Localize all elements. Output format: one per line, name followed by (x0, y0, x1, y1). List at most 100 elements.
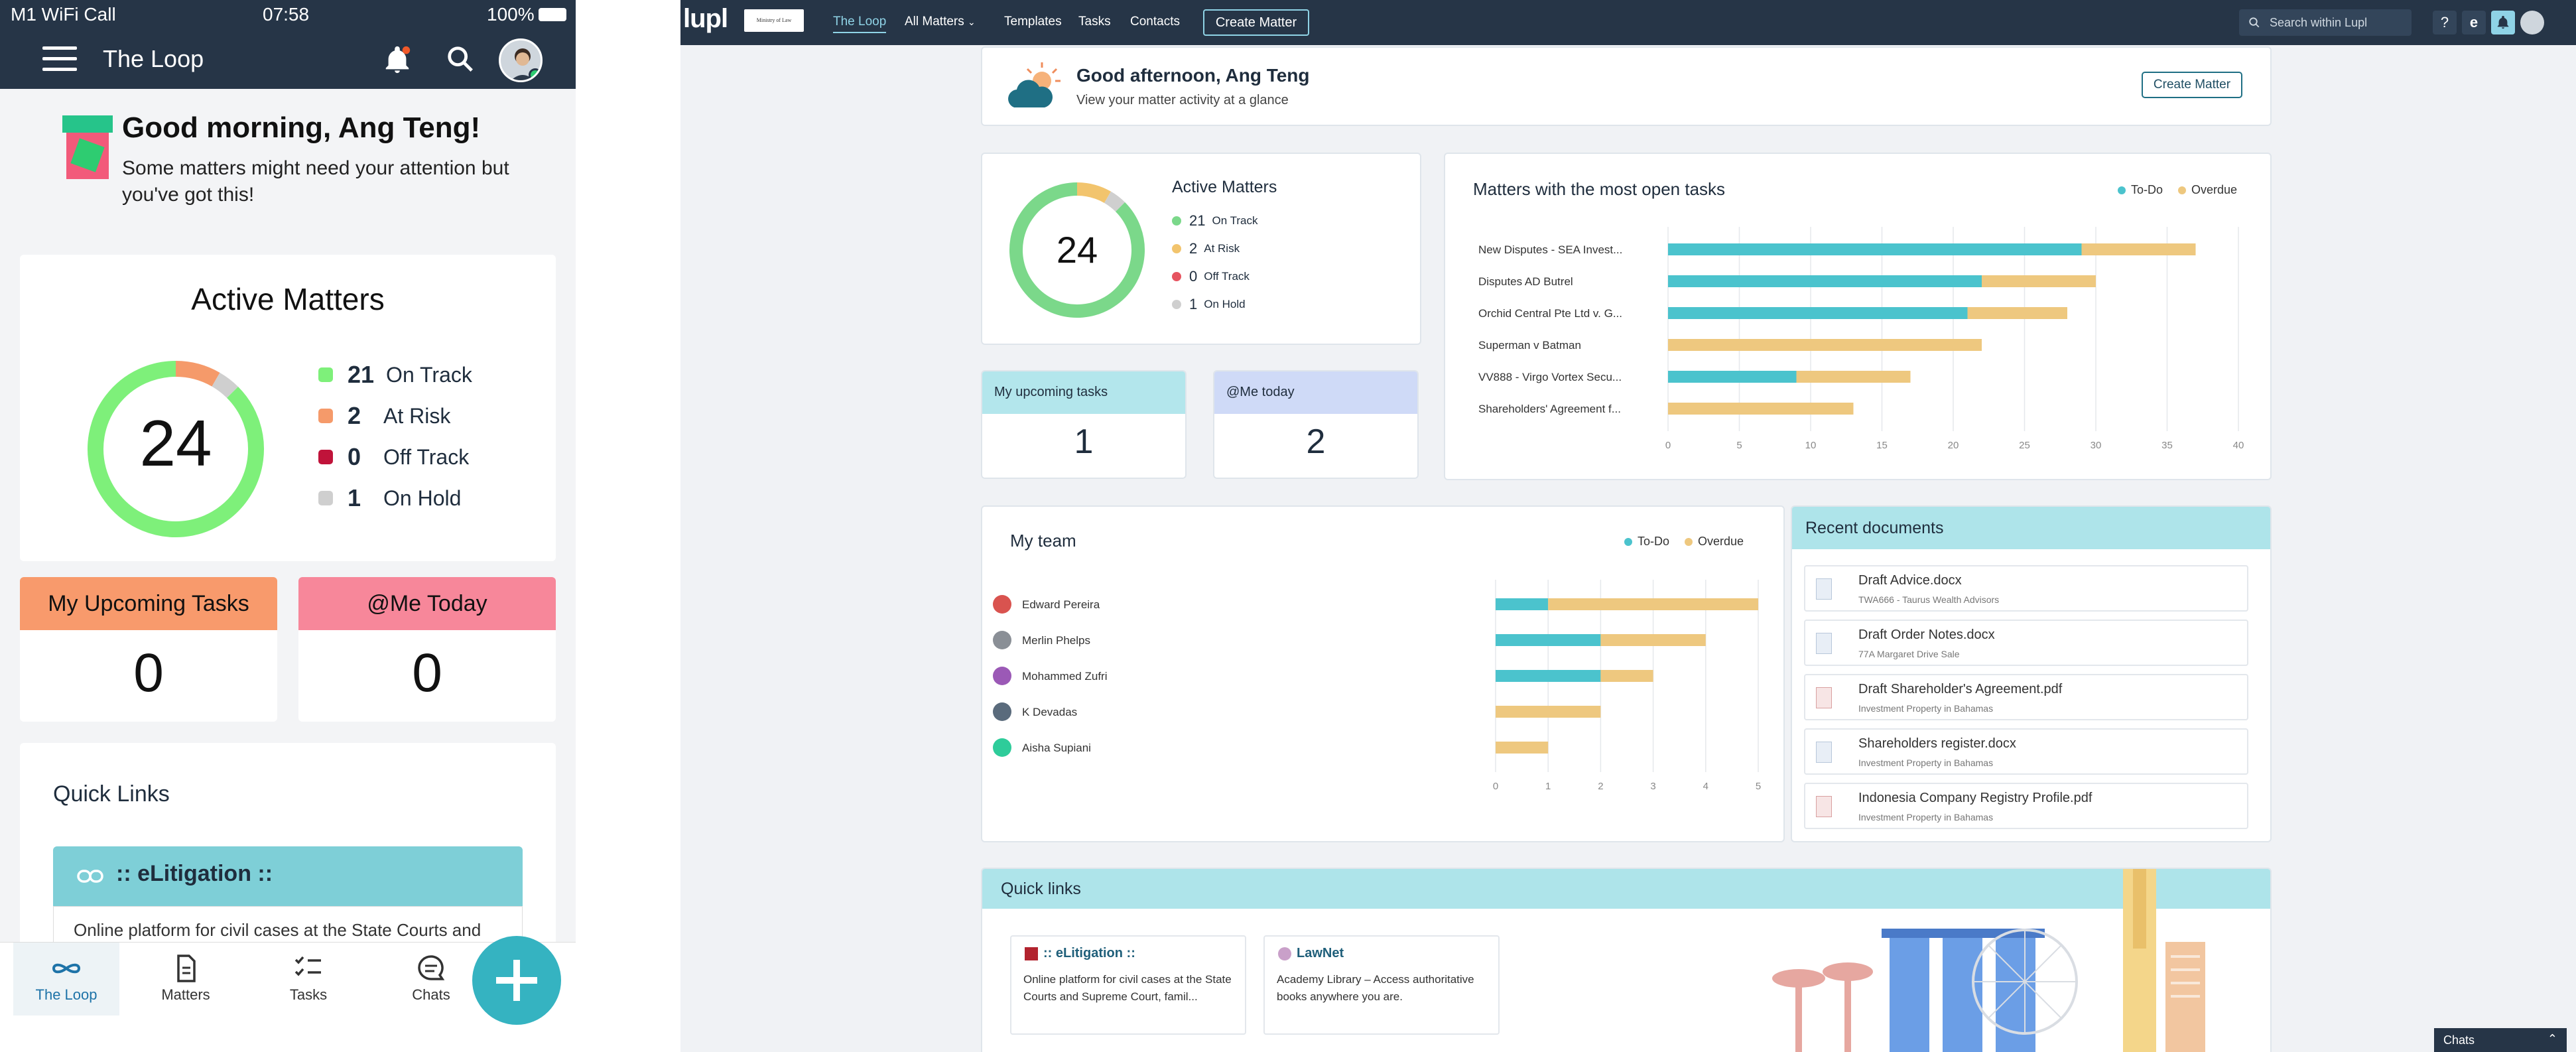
active-matters-legend: 21 On Track 2 At Risk 0 Off Track 1 On Hold (1172, 207, 1257, 318)
y-category-label: Disputes AD Butrel (1478, 275, 1573, 288)
document-matter: Investment Property in Bahamas (1858, 703, 1994, 714)
document-row[interactable]: Draft Advice.docx TWA666 - Taurus Wealth… (1804, 565, 2248, 612)
lupl-logo[interactable]: lupl (683, 4, 728, 34)
upcoming-tasks-card[interactable]: My Upcoming Tasks 0 (20, 577, 277, 722)
avatar[interactable] (2520, 11, 2544, 34)
page-title: The Loop (103, 45, 204, 72)
document-row[interactable]: Indonesia Company Registry Profile.pdf I… (1804, 783, 2248, 829)
web-app: lupl Ministry of Law The Loop All Matter… (680, 0, 2576, 1052)
active-matters-card[interactable]: Active Matters 24 21 On Track 2 At Risk 0 Off… (20, 255, 556, 561)
nav-item-the-loop[interactable]: The Loop (13, 943, 119, 1016)
donut-segment-on-hold (1104, 191, 1126, 212)
document-icon (177, 954, 196, 982)
chevron-down-icon: ⌄ (968, 17, 976, 27)
active-matters-card[interactable]: 24 Active Matters 21 On Track 2 At Risk 0 Off… (981, 153, 1421, 345)
y-category-label: K Devadas (1022, 706, 1077, 718)
document-name: Draft Shareholder's Agreement.pdf (1858, 682, 2063, 696)
open-tasks-chart-title: Matters with the most open tasks (1473, 179, 1726, 199)
help-icon[interactable]: ? (2433, 11, 2457, 34)
link-icon (77, 870, 103, 883)
nav-templates[interactable]: Templates (1004, 15, 1062, 29)
team-member-avatar (993, 631, 1011, 649)
active-matters-total: 24 (139, 407, 212, 480)
upcoming-tasks-card[interactable]: My upcoming tasks 1 (981, 370, 1187, 479)
legend-dot-overdue (1685, 538, 1693, 547)
legend-swatch (1172, 272, 1181, 281)
quick-link-description: Online platform for civil cases at the S… (1023, 973, 1232, 1003)
legend-swatch (318, 491, 333, 505)
y-category-label: Superman v Batman (1478, 339, 1581, 352)
nav-the-loop[interactable]: The Loop (833, 15, 887, 33)
skyline-illustration (1772, 869, 2205, 1052)
recent-documents-title: Recent documents (1805, 519, 1944, 537)
word-file-icon (1816, 578, 1832, 600)
legend-count: 1 (348, 484, 361, 511)
bar-overdue (1668, 339, 1982, 351)
quick-link-title: :: eLitigation :: (1025, 946, 1135, 961)
search-input[interactable]: Search within Lupl (2239, 9, 2412, 36)
team-member-avatar (993, 667, 1011, 685)
bar-overdue (1548, 598, 1758, 610)
greeting-title: Good afternoon, Ang Teng (1076, 65, 1310, 86)
nav-contacts[interactable]: Contacts (1130, 15, 1180, 29)
nav-item-matters[interactable]: Matters (133, 943, 239, 1016)
document-matter: 77A Margaret Drive Sale (1858, 649, 1960, 659)
y-category-label: VV888 - Virgo Vortex Secu... (1478, 371, 1622, 383)
bell-icon[interactable] (382, 45, 413, 76)
legend-label: Off Track (1204, 270, 1250, 283)
donut-segment-at-risk (175, 361, 220, 387)
add-button[interactable] (472, 936, 561, 1025)
phone-screen: M1 WiFi Call 07:58 100% The Loop Good mo… (0, 0, 576, 1052)
top-nav-bar: lupl Ministry of Law The Loop All Matter… (680, 0, 2576, 45)
menu-icon[interactable] (42, 46, 77, 73)
app-header: The Loop (0, 31, 576, 89)
avatar[interactable] (499, 38, 543, 82)
x-tick-label: 25 (2019, 440, 2030, 451)
document-name: Draft Order Notes.docx (1858, 627, 1995, 642)
x-tick-label: 0 (1665, 440, 1671, 451)
bar-todo (1496, 670, 1601, 682)
quick-link-title: LawNet (1278, 946, 1344, 961)
document-matter: TWA666 - Taurus Wealth Advisors (1858, 594, 2000, 605)
nav-tasks[interactable]: Tasks (1078, 15, 1111, 29)
lawnet-logo (1278, 947, 1291, 960)
document-name: Draft Advice.docx (1858, 573, 1962, 588)
open-tasks-chart-card: Matters with the most open tasks To-Do O… (1444, 153, 2272, 480)
legend-swatch (1172, 300, 1181, 309)
recent-documents-card: Recent documents Draft Advice.docx TWA66… (1791, 505, 2272, 842)
open-tasks-bar-chart: 0 5 10 15 20 25 30 35 40 New Disputes - SEA Inves… (1478, 227, 2244, 451)
e-icon[interactable]: e (2462, 11, 2486, 34)
nav-all-matters[interactable]: All Matters ⌄ (905, 15, 976, 29)
legend-swatch (1172, 216, 1181, 226)
me-today-card[interactable]: @Me Today 0 (298, 577, 556, 722)
legend-at-risk: 2 At Risk (1172, 235, 1257, 263)
document-row[interactable]: Draft Order Notes.docx 77A Margaret Driv… (1804, 620, 2248, 666)
create-matter-button[interactable]: Create Matter (2142, 72, 2242, 98)
quick-links-card: Quick links :: eLitigation :: Online pla… (981, 868, 2272, 1052)
x-tick-label: 0 (1493, 781, 1498, 792)
legend-count: 0 (1189, 268, 1198, 285)
me-today-card[interactable]: @Me today 2 (1213, 370, 1419, 479)
legend-on-track: 21 On Track (1172, 207, 1257, 235)
nav-item-chats[interactable]: Chats (378, 943, 484, 1016)
legend-swatch (318, 409, 333, 423)
document-row[interactable]: Draft Shareholder's Agreement.pdf Invest… (1804, 674, 2248, 720)
quick-link-elitigation[interactable]: :: eLitigation :: (53, 846, 523, 906)
upcoming-tasks-count: 1 (1074, 423, 1094, 461)
quick-link-lawnet[interactable]: LawNet Academy Library – Access authorit… (1263, 935, 1500, 1035)
legend-off-track: 0 Off Track (1172, 263, 1257, 291)
legend-dot-overdue (2178, 186, 2187, 195)
team-member-avatar (993, 595, 1011, 614)
document-row[interactable]: Shareholders register.docx Investment Pr… (1804, 728, 2248, 775)
firm-logo: Ministry of Law (744, 9, 804, 32)
active-matters-legend: 21 On Track 2 At Risk 0 Off Track 1 On Hold (318, 354, 472, 519)
chats-panel-toggle[interactable]: Chats ⌃ (2434, 1028, 2567, 1052)
create-matter-button[interactable]: Create Matter (1203, 9, 1309, 36)
legend-swatch (318, 367, 333, 382)
bar-overdue (1796, 371, 1911, 383)
elitigation-logo (1025, 947, 1038, 960)
search-icon[interactable] (445, 44, 476, 74)
nav-item-tasks[interactable]: Tasks (255, 943, 361, 1016)
bell-icon[interactable] (2491, 11, 2515, 34)
quick-link-elitigation[interactable]: :: eLitigation :: Online platform for ci… (1010, 935, 1246, 1035)
